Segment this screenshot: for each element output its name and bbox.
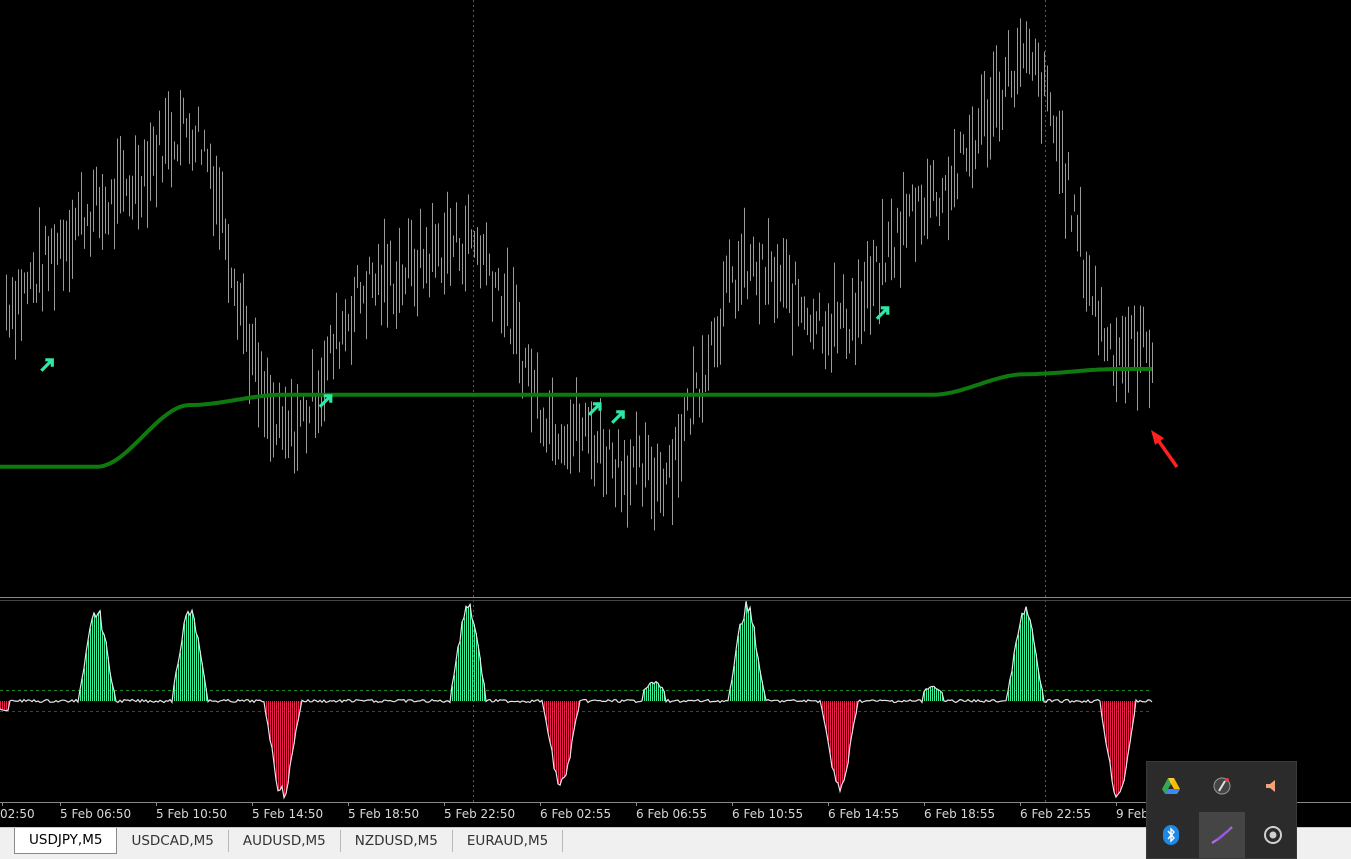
time-axis-label: 02:50 [0, 807, 35, 821]
tab-usdjpy-m5[interactable]: USDJPY,M5 [14, 828, 118, 854]
tab-nzdusd-m5[interactable]: NZDUSD,M5 [341, 830, 453, 852]
google-drive-icon[interactable] [1148, 763, 1194, 809]
time-axis-label: 5 Feb 10:50 [156, 807, 227, 821]
speaker-icon[interactable] [1250, 763, 1296, 809]
time-axis-label: 6 Feb 14:55 [828, 807, 899, 821]
tab-audusd-m5[interactable]: AUDUSD,M5 [229, 830, 341, 852]
time-axis-label: 5 Feb 14:50 [252, 807, 323, 821]
signal-arrows-layer [40, 306, 890, 424]
time-axis-label: 6 Feb 10:55 [732, 807, 803, 821]
buy-signal-arrow [611, 410, 625, 424]
mt-chart-window: 02:50 5 Feb 06:50 5 Feb 10:50 5 Feb 14:50 5 … [0, 0, 1351, 859]
feather-icon[interactable] [1199, 812, 1245, 858]
bluetooth-icon[interactable] [1148, 812, 1194, 858]
time-axis-label: 6 Feb 18:55 [924, 807, 995, 821]
buy-signal-arrow [875, 306, 890, 320]
time-axis-label: 6 Feb 06:55 [636, 807, 707, 821]
price-bars-layer [6, 18, 1153, 531]
time-axis-label: 5 Feb 06:50 [60, 807, 131, 821]
pen-app-icon[interactable] [1199, 763, 1245, 809]
system-tray-overflow [1146, 761, 1297, 859]
price-chart[interactable]: 02:50 5 Feb 06:50 5 Feb 10:50 5 Feb 14:50 5 … [0, 0, 1351, 827]
buy-signal-arrow [587, 402, 602, 416]
time-axis-label: 6 Feb 22:55 [1020, 807, 1091, 821]
time-axis-label: 5 Feb 18:50 [348, 807, 419, 821]
annotation-arrow [1151, 430, 1179, 469]
tab-usdcad-m5[interactable]: USDCAD,M5 [117, 830, 229, 852]
time-axis-label: 6 Feb 02:55 [540, 807, 611, 821]
chart-area[interactable]: 02:50 5 Feb 06:50 5 Feb 10:50 5 Feb 14:50 5 … [0, 0, 1351, 827]
oscillator-line [0, 601, 1153, 800]
tab-euraud-m5[interactable]: EURAUD,M5 [453, 830, 564, 852]
time-axis-label: 9 Feb [1116, 807, 1149, 821]
circle-app-icon[interactable] [1250, 812, 1296, 858]
time-axis-label: 5 Feb 22:50 [444, 807, 515, 821]
time-axis: 02:50 5 Feb 06:50 5 Feb 10:50 5 Feb 14:50 5 … [0, 803, 1149, 821]
buy-signal-arrow [40, 358, 54, 372]
